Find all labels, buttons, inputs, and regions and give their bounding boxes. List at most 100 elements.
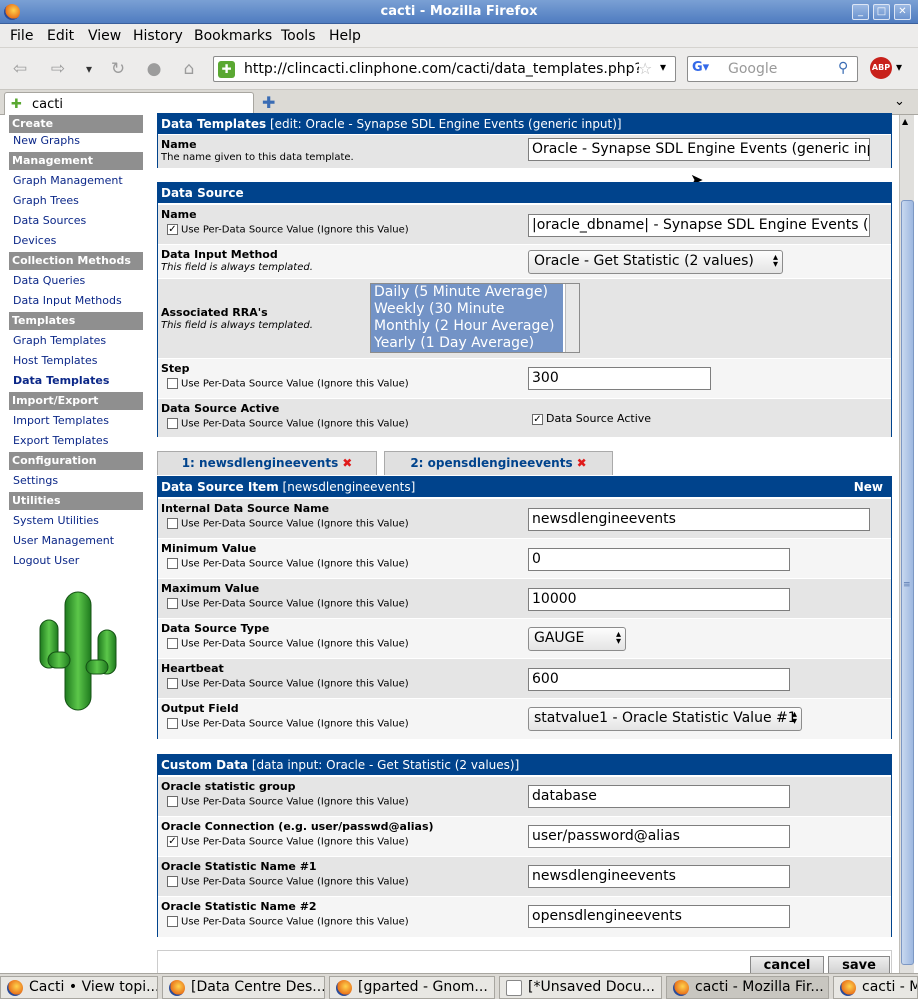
minimum-value-input[interactable]: 0 [528,548,790,571]
new-tab-icon[interactable]: ✚ [262,93,275,112]
field-checkbox[interactable] [167,876,178,887]
ds-name-input[interactable]: |oracle_dbname| - Synapse SDL Engine Eve… [528,214,870,237]
google-engine-icon[interactable]: G▾ [692,60,710,78]
maximize-button[interactable]: □ [873,4,890,20]
ds-active-per-source-checkbox[interactable] [167,418,178,429]
template-name-input[interactable]: Oracle - Synapse SDL Engine Events (gene… [528,138,870,161]
forward-icon[interactable]: ⇨ [47,58,69,80]
field-checkbox[interactable] [167,718,178,729]
field-checkbox[interactable] [167,598,178,609]
ds-input-method-select[interactable]: Oracle - Get Statistic (2 values) ▴ ▾ [528,250,783,274]
stat-name-1-input[interactable]: newsdlengineevents [528,865,790,888]
stat-name-2-input[interactable]: opensdlengineevents [528,905,790,928]
scroll-grip-icon: ≡ [903,580,911,590]
sidebar-item-system-utilities[interactable]: System Utilities [13,514,99,527]
ds-step-checkbox[interactable] [167,378,178,389]
ds-item-new-link[interactable]: New [854,480,883,494]
page-scrollbar[interactable]: ▲ ≡ [899,115,914,973]
field-checkbox[interactable] [167,916,178,927]
data-template-box: Data Templates [edit: Oracle - Synapse S… [157,113,892,168]
menu-help[interactable]: Help [329,28,361,44]
stop-icon[interactable]: ● [143,58,165,80]
sidebar-item-graph-management[interactable]: Graph Management [13,174,123,187]
ds-active-checkbox[interactable]: ✓ [532,413,543,425]
back-icon[interactable]: ⇦ [9,58,31,80]
window-titlebar[interactable]: cacti - Mozilla Firefox _ □ ✕ [0,0,918,24]
field-checkbox[interactable]: ✓ [167,836,178,847]
delete-icon[interactable]: ✖ [342,456,352,470]
history-dropdown-icon[interactable]: ▾ [78,58,100,80]
field-checkbox[interactable] [167,678,178,689]
menu-bookmarks[interactable]: Bookmarks [194,28,272,44]
taskbar-item[interactable]: [Data Centre Des... [162,976,325,999]
output-field-select[interactable]: statvalue1 - Oracle Statistic Value #1 ▴ ▾ [528,707,802,731]
site-identity-icon[interactable]: ✚ [218,61,235,78]
field-checkbox[interactable] [167,638,178,649]
sidebar-item-graph-trees[interactable]: Graph Trees [13,194,79,207]
field-checkbox[interactable] [167,558,178,569]
taskbar-item[interactable]: [*Unsaved Docu... [499,976,662,999]
taskbar-item[interactable]: cacti - M [833,976,918,999]
stat-group-input[interactable]: database [528,785,790,808]
reload-icon[interactable]: ↻ [107,58,129,80]
ds-item-row: Minimum Value Use Per-Data Source Value … [158,538,891,578]
close-button[interactable]: ✕ [894,4,911,20]
menu-history[interactable]: History [133,28,183,44]
scroll-up-icon[interactable]: ▲ [902,117,908,126]
menu-edit[interactable]: Edit [47,28,74,44]
minimize-button[interactable]: _ [852,4,869,20]
rra-option[interactable]: Weekly (30 Minute Average) [371,301,563,333]
sidebar-item-data-input-methods[interactable]: Data Input Methods [13,294,122,307]
url-text[interactable]: http://clincacti.clinphone.com/cacti/dat… [244,61,639,77]
sidebar-item-new-graphs[interactable]: New Graphs [13,134,80,147]
menu-file[interactable]: File [10,28,33,44]
tab-list-icon[interactable]: ⌄ [894,94,905,109]
tab-ds-item-2[interactable]: 2: opensdlengineevents ✖ [384,451,613,475]
bookmark-star-icon[interactable]: ☆ [638,59,652,78]
internal-ds-name-input[interactable]: newsdlengineevents [528,508,870,531]
taskbar-item[interactable]: Cacti • View topi... [0,976,158,999]
sidebar-item-user-management[interactable]: User Management [13,534,114,547]
sidebar-item-import-templates[interactable]: Import Templates [13,414,109,427]
cacti-tab-icon: ✚ [11,97,22,112]
rra-listbox-scrollbar[interactable] [565,284,579,352]
rra-listbox[interactable]: Daily (5 Minute Average) Weekly (30 Minu… [370,283,580,353]
url-dropdown-icon[interactable]: ▾ [660,60,666,74]
sidebar-item-host-templates[interactable]: Host Templates [13,354,97,367]
ds-name-checkbox[interactable]: ✓ [167,224,178,235]
heartbeat-input[interactable]: 600 [528,668,790,691]
adblock-icon[interactable]: ABP [870,57,892,79]
search-bar[interactable]: G▾ Google ⚲ [687,56,858,82]
sidebar-item-data-templates[interactable]: Data Templates [13,374,109,387]
rra-option[interactable]: Monthly (2 Hour Average) [371,318,563,335]
field-checkbox[interactable] [167,518,178,529]
menu-view[interactable]: View [88,28,121,44]
sidebar-item-data-queries[interactable]: Data Queries [13,274,85,287]
custom-data-title: Custom Data [161,758,249,772]
sidebar-head-utilities: Utilities [9,492,143,510]
ds-input-method-row: Data Input Method This field is always t… [158,244,891,278]
taskbar-item[interactable]: [gparted - Gnom... [329,976,495,999]
tab-ds-item-1[interactable]: 1: newsdlengineevents ✖ [157,451,377,475]
ds-type-select[interactable]: GAUGE ▴ ▾ [528,627,626,651]
sidebar-item-export-templates[interactable]: Export Templates [13,434,108,447]
sidebar-item-logout-user[interactable]: Logout User [13,554,79,567]
menu-tools[interactable]: Tools [281,28,316,44]
abp-dropdown-icon[interactable]: ▾ [896,60,902,74]
ds-step-input[interactable]: 300 [528,367,711,390]
sidebar-item-settings[interactable]: Settings [13,474,58,487]
delete-icon[interactable]: ✖ [577,456,587,470]
sidebar-item-data-sources[interactable]: Data Sources [13,214,86,227]
sidebar-item-devices[interactable]: Devices [13,234,56,247]
taskbar-item-active[interactable]: cacti - Mozilla Fir... [666,976,829,999]
rra-option[interactable]: Daily (5 Minute Average) [371,284,563,301]
oracle-connection-input[interactable]: user/password@alias [528,825,790,848]
maximum-value-input[interactable]: 10000 [528,588,790,611]
home-icon[interactable]: ⌂ [178,58,200,80]
rra-option[interactable]: Yearly (1 Day Average) [371,335,563,352]
sidebar-item-graph-templates[interactable]: Graph Templates [13,334,106,347]
field-checkbox[interactable] [167,796,178,807]
search-icon[interactable]: ⚲ [838,60,848,76]
search-placeholder[interactable]: Google [728,61,777,77]
url-bar[interactable]: ✚ http://clincacti.clinphone.com/cacti/d… [213,56,676,82]
